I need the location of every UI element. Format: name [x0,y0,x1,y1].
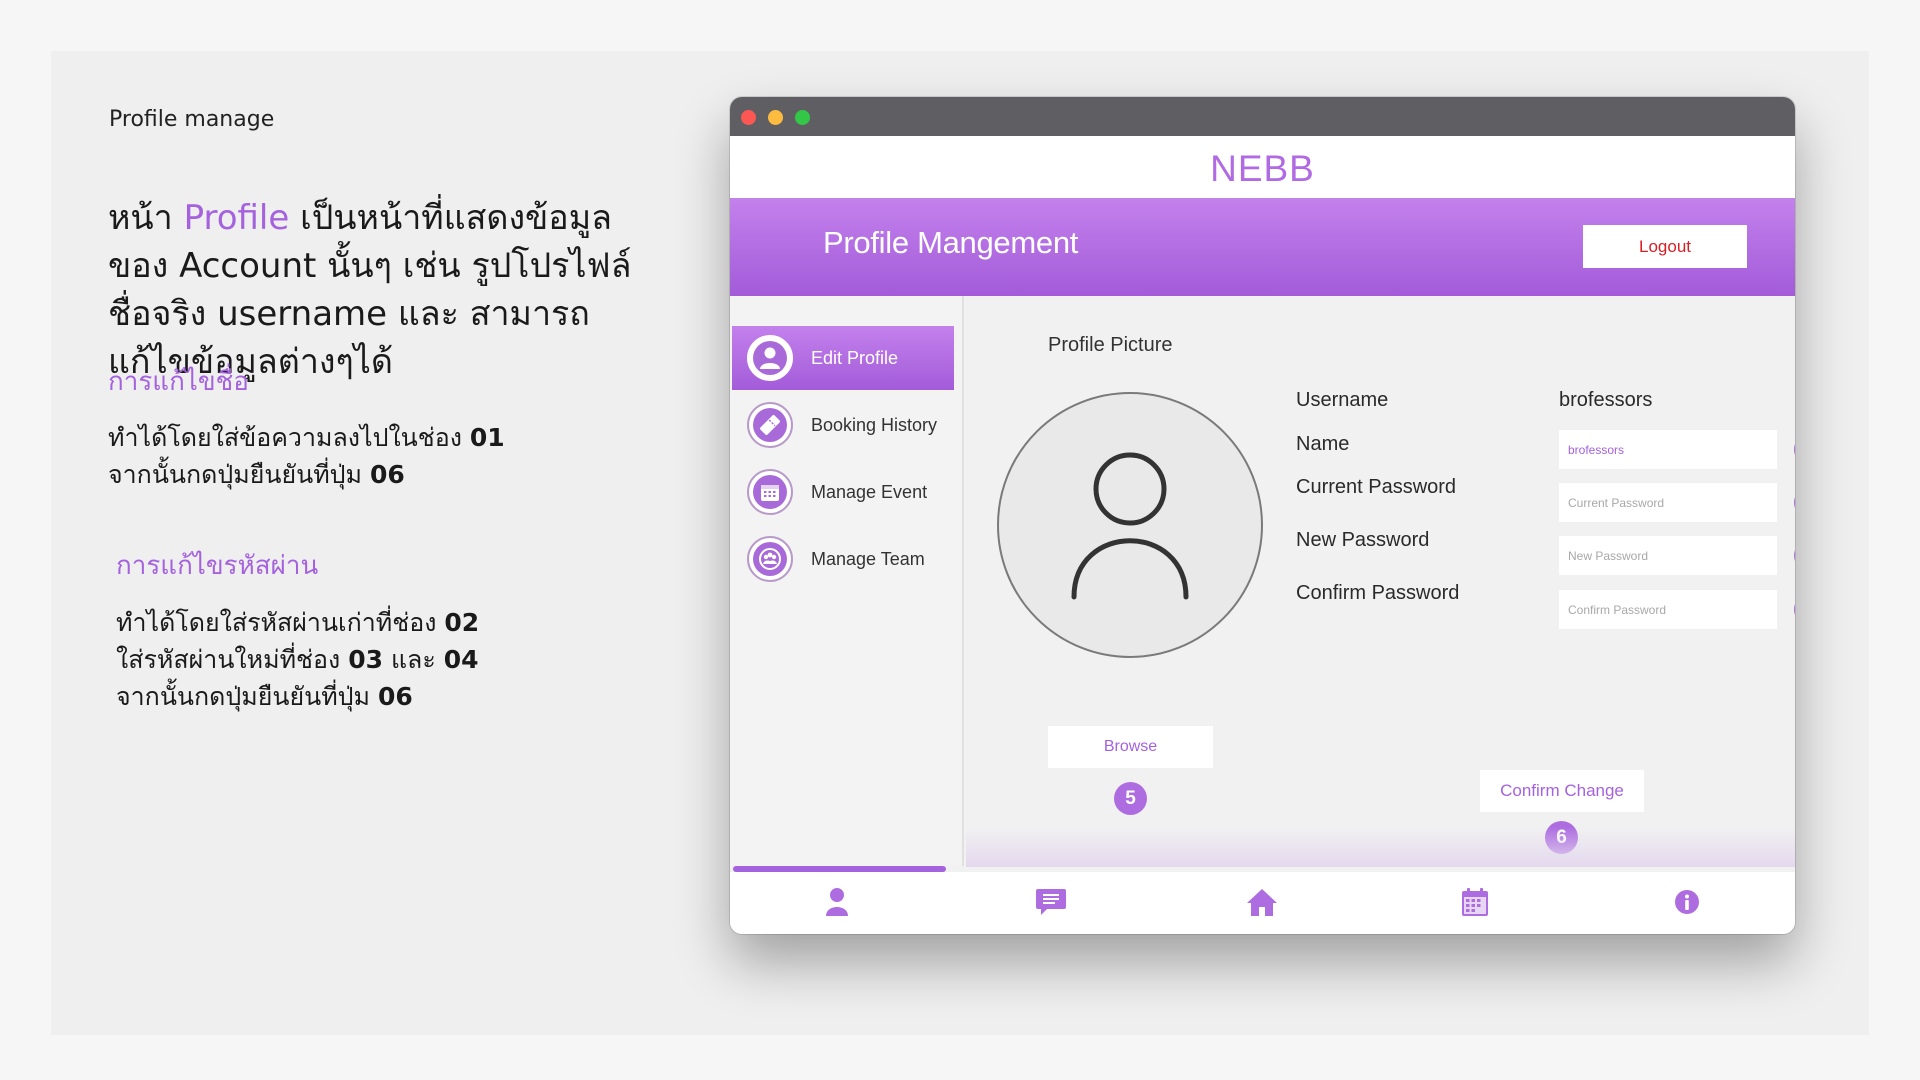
close-window-button[interactable] [741,110,756,125]
name-field[interactable] [1559,430,1777,469]
name-line1-num: 01 [469,423,505,452]
browse-button[interactable]: Browse [1048,726,1213,768]
sidebar-item-manage-event[interactable]: Manage Event [732,460,954,524]
new-password-label: New Password [1296,529,1430,551]
username-label: Username [1296,389,1389,411]
pw-line3-num: 06 [377,682,413,711]
name-line1: ทำได้โดยใส่ข้อความลงไปในช่อง [108,423,470,452]
logout-button[interactable]: Logout [1583,225,1747,268]
window-titlebar[interactable] [730,97,1795,136]
password-section-text: ทำได้โดยใส่รหัสผ่านเก่าที่ช่อง 02 ใส่รหั… [116,604,479,715]
sidebar-item-label: Manage Team [811,548,925,569]
profile-icon[interactable] [819,884,855,920]
bottom-tab-bar [730,872,1795,934]
headline-pre: หน้า [108,198,184,238]
chat-icon[interactable] [1033,884,1069,920]
name-line2: จากนั้นกดปุ่มยืนยันที่ปุ่ม [108,460,370,489]
name-line2-num: 06 [369,460,405,489]
sidebar-item-label: Booking History [811,414,938,435]
headline: หน้า Profile เป็นหน้าที่แสดงข้อมูลของ Ac… [108,194,648,386]
pw-line1: ทำได้โดยใส่รหัสผ่านเก่าที่ช่อง [116,608,445,637]
team-icon [747,536,793,582]
current-password-label: Current Password [1296,476,1457,498]
pw-line2: ใส่รหัสผ่านใหม่ที่ช่อง [116,645,349,674]
pw-line1-num: 02 [444,608,480,637]
profile-picture-label: Profile Picture [1048,334,1173,356]
info-icon[interactable] [1669,884,1705,920]
ticket-icon [747,402,793,448]
page-title: Profile Mangement [823,225,1079,260]
doc-label: Profile manage [109,107,275,132]
badge-1: 1 [1794,433,1795,466]
home-icon[interactable] [1244,884,1280,920]
current-password-field[interactable] [1559,483,1777,522]
pw-line2-num: 03 [348,645,383,674]
password-section-title: การแก้ไขรหัสผ่าน [116,551,319,581]
minimize-window-button[interactable] [768,110,783,125]
sidebar-item-edit-profile[interactable]: Edit Profile [732,326,954,390]
confirm-password-field[interactable] [1559,590,1777,629]
sidebar: Edit Profile Booking History Manage Even… [730,296,964,866]
name-label: Name [1296,433,1350,455]
headline-accent: Profile [183,198,290,238]
page-header: Profile Mangement Logout [730,198,1795,296]
name-section-title: การแก้ไขชื่อ [108,367,249,397]
confirm-change-button[interactable]: Confirm Change [1480,770,1644,812]
avatar [997,392,1263,658]
badge-4: 4 [1794,593,1795,626]
pw-line2-mid: และ [383,645,444,674]
sidebar-item-label: Manage Event [811,481,928,502]
app-window: NEBB Profile Mangement Logout Edit Profi… [730,97,1795,934]
sidebar-item-manage-team[interactable]: Manage Team [732,527,954,591]
calendar-tab-icon[interactable] [1457,884,1493,920]
pw-line3: จากนั้นกดปุ่มยืนยันที่ปุ่ม [116,682,378,711]
badge-5: 5 [1114,782,1147,815]
brand-logo: NEBB [1210,148,1315,189]
new-password-field[interactable] [1559,536,1777,575]
confirm-password-label: Confirm Password [1296,582,1460,604]
username-value: brofessors [1559,389,1653,411]
maximize-window-button[interactable] [795,110,810,125]
brand-bar: NEBB [730,136,1795,198]
content-bottom-fade [966,827,1795,867]
pw-line2-num2: 04 [443,645,479,674]
name-section-text: ทำได้โดยใส่ข้อความลงไปในช่อง 01 จากนั้นก… [108,419,505,493]
avatar-placeholder-icon [1071,452,1189,600]
sidebar-item-label: Edit Profile [811,347,899,368]
profile-content: Profile Picture Browse 5 Username brofes… [966,296,1795,866]
calendar-icon [747,469,793,515]
user-icon [747,335,793,381]
badge-2: 2 [1794,486,1795,519]
badge-3: 3 [1794,539,1795,572]
slide: Profile manage หน้า Profile เป็นหน้าที่แ… [51,51,1869,1035]
sidebar-item-booking-history[interactable]: Booking History [732,393,954,457]
